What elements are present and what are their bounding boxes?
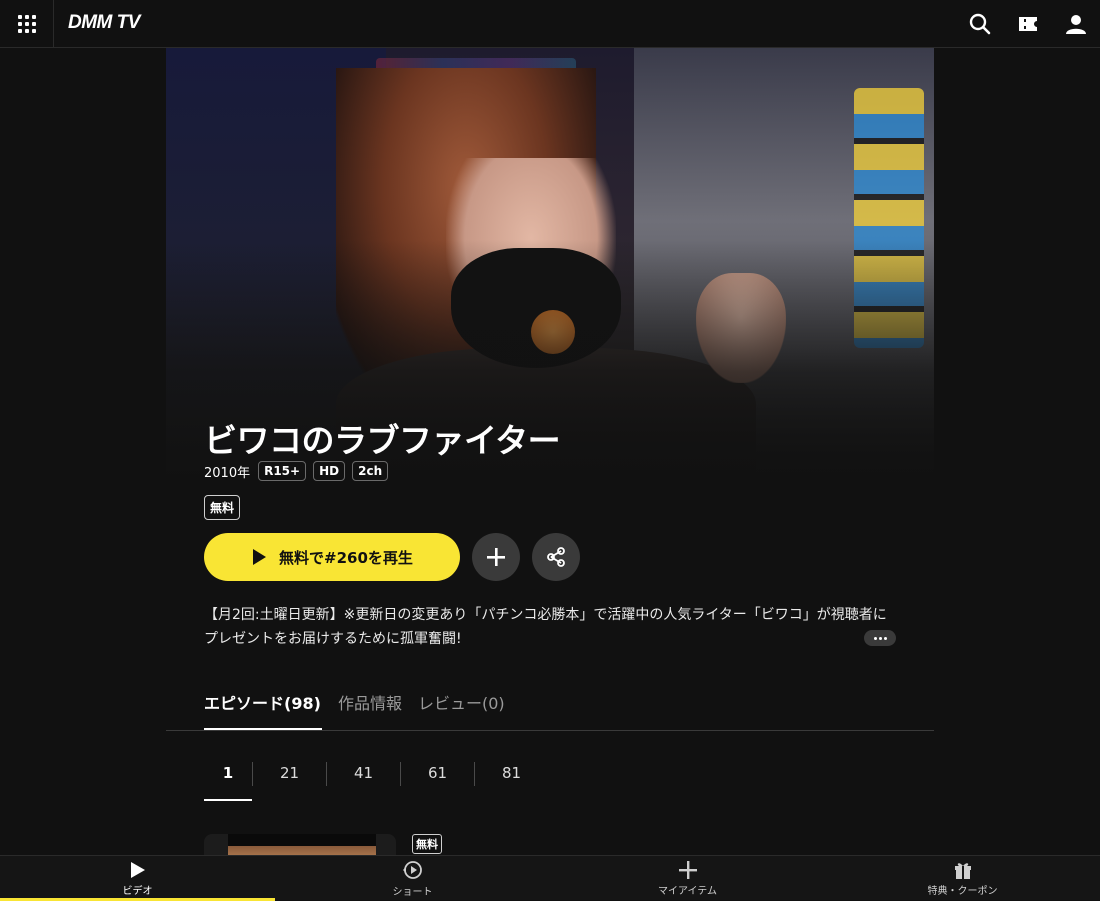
- active-page-indicator: [204, 799, 252, 801]
- description: 【月2回:土曜日更新】※更新日の変更あり「パチンコ必勝本」で活躍中の人気ライター…: [204, 603, 904, 651]
- top-header: DMM TV: [0, 0, 1100, 48]
- episode-free-badge: 無料: [412, 834, 442, 854]
- nav-short[interactable]: ショート: [275, 856, 550, 901]
- release-year: 2010年: [204, 465, 251, 481]
- more-description-button[interactable]: [864, 630, 896, 646]
- play-icon: [253, 549, 267, 565]
- active-tab-indicator: [204, 728, 322, 730]
- title-meta: 2010年 R15+ HD 2ch: [204, 461, 389, 481]
- page-title: ビワコのラブファイター: [204, 421, 561, 460]
- page-41[interactable]: 41: [327, 760, 400, 790]
- plus-icon: [678, 860, 697, 879]
- content-tabs: エピソード(98) 作品情報 レビュー(0): [166, 690, 934, 731]
- audio-tag: 2ch: [352, 461, 389, 481]
- add-to-list-button[interactable]: [472, 533, 520, 581]
- nav-benefits-coupons-label: 特典・クーポン: [927, 885, 998, 897]
- episode-pagination: 1 21 41 61 81: [204, 760, 548, 790]
- play-button-label: 無料で#260を再生: [279, 548, 413, 567]
- free-badge: 無料: [204, 495, 241, 520]
- ticket-icon[interactable]: [1016, 12, 1040, 36]
- tab-reviews[interactable]: レビュー(0): [418, 690, 505, 730]
- plus-icon: [487, 548, 505, 566]
- nav-short-label: ショート: [392, 886, 433, 898]
- page-61[interactable]: 61: [401, 760, 474, 790]
- rating-tag: R15+: [258, 461, 307, 481]
- dmm-tv-logo[interactable]: DMM TV: [68, 12, 140, 34]
- account-icon[interactable]: [1064, 12, 1088, 36]
- nav-my-items-label: マイアイテム: [658, 885, 717, 897]
- share-button[interactable]: [532, 533, 580, 581]
- tab-work-info[interactable]: 作品情報: [338, 690, 402, 730]
- description-line-1: 【月2回:土曜日更新】※更新日の変更あり「パチンコ必勝本」で活躍中の人気ライター…: [204, 607, 887, 623]
- short-play-icon: [402, 860, 422, 879]
- play-icon: [130, 861, 145, 878]
- quality-tag: HD: [313, 461, 346, 481]
- play-button[interactable]: 無料で#260を再生: [204, 533, 460, 581]
- nav-my-items[interactable]: マイアイテム: [550, 856, 825, 901]
- bottom-nav: ビデオ ショート マイアイテム 特典・クーポン: [0, 855, 1100, 901]
- gift-icon: [954, 862, 971, 879]
- description-line-2: プレゼントをお届けするために孤軍奮闘!: [204, 631, 462, 647]
- page-81[interactable]: 81: [475, 760, 548, 790]
- nav-video[interactable]: ビデオ: [0, 856, 275, 901]
- share-icon: [547, 547, 565, 567]
- search-icon[interactable]: [968, 12, 992, 36]
- page-1[interactable]: 1: [204, 760, 252, 790]
- tab-episodes[interactable]: エピソード(98): [204, 690, 321, 730]
- nav-benefits-coupons[interactable]: 特典・クーポン: [825, 856, 1100, 901]
- page-21[interactable]: 21: [253, 760, 326, 790]
- grid-menu-button[interactable]: [0, 0, 54, 48]
- nav-video-label: ビデオ: [122, 885, 153, 897]
- grid-menu-icon: [17, 15, 36, 33]
